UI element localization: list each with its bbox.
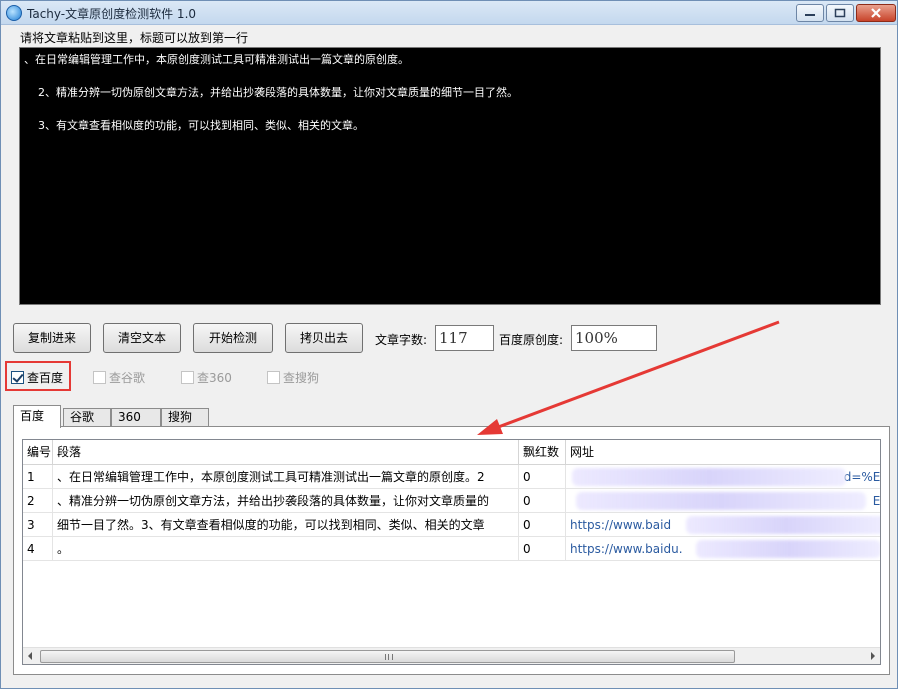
checkbox-icon [267,371,280,384]
row-url[interactable]: d=%E3 [566,465,881,488]
row-num: 1 [23,465,53,488]
originality-field[interactable]: 100% [571,325,657,351]
row-paragraph: 、精准分辨一切伪原创文章方法，并给出抄袭段落的具体数量，让你对文章质量的 [53,489,519,512]
results-panel: 编号 段落 飘红数 网址 1 、在日常编辑管理工作中，本原创度测试工具可精准测试… [13,426,890,675]
check-baidu[interactable]: 查百度 [11,369,63,386]
row-num: 2 [23,489,53,512]
check-360[interactable]: 查360 [181,369,232,386]
check-sogou-label: 查搜狗 [283,371,320,385]
word-count-field[interactable]: 117 [435,325,494,351]
row-url[interactable]: https://www.baid [566,513,880,536]
tab-360[interactable]: 360 [111,408,161,427]
check-baidu-label: 查百度 [27,371,64,385]
row-url[interactable]: https://www.baidu. [566,537,880,560]
start-detect-button[interactable]: 开始检测 [193,323,273,353]
row-red-count: 0 [519,513,566,536]
row-red-count: 0 [519,537,566,560]
scrollbar-thumb[interactable] [40,650,735,663]
row-url-text: https://www.baidu. [570,542,683,556]
check-google-label: 查谷歌 [109,371,146,385]
table-row[interactable]: 3 细节一目了然。3、有文章查看相似度的功能，可以找到相同、类似、相关的文章 0… [23,513,880,537]
window-title: Tachy-文章原创度检测软件 1.0 [27,7,197,21]
copy-out-button[interactable]: 拷贝出去 [285,323,363,353]
row-url-text: d=%E3 [843,470,881,484]
redaction-blur [686,516,880,534]
check-sogou[interactable]: 查搜狗 [267,369,319,386]
row-url-text: E3 [872,494,881,508]
article-textarea[interactable]: 、在日常编辑管理工作中，本原创度测试工具可精准测试出一篇文章的原创度。 2、精准… [19,47,881,305]
table-row[interactable]: 4 。 0 https://www.baidu. [23,537,880,561]
originality-label: 百度原创度: [499,333,564,347]
checkbox-icon [93,371,106,384]
grip-icon [385,654,393,660]
paste-hint: 请将文章粘贴到这里，标题可以放到第一行 [20,31,249,45]
scroll-right-icon[interactable] [871,652,875,660]
table-row[interactable]: 2 、精准分辨一切伪原创文章方法，并给出抄袭段落的具体数量，让你对文章质量的 0… [23,489,881,513]
redaction-blur [572,468,846,486]
article-line: 、在日常编辑管理工作中，本原创度测试工具可精准测试出一篇文章的原创度。 [24,53,409,66]
scroll-left-icon[interactable] [28,652,32,660]
maximize-icon [834,8,846,18]
check-360-label: 查360 [197,371,232,385]
check-google[interactable]: 查谷歌 [93,369,145,386]
checkbox-icon [181,371,194,384]
title-bar[interactable]: Tachy-文章原创度检测软件 1.0 [1,1,897,25]
checkbox-checked-icon [11,371,24,384]
redaction-blur [696,540,880,558]
app-window: Tachy-文章原创度检测软件 1.0 请将文章粘贴到这里，标题可以放到第一行 … [0,0,898,689]
redaction-blur [576,492,866,510]
tab-baidu[interactable]: 百度 [13,405,61,428]
header-red-count[interactable]: 飘红数 [519,440,566,464]
minimize-button[interactable] [796,4,824,22]
header-url[interactable]: 网址 [566,440,880,464]
results-table[interactable]: 编号 段落 飘红数 网址 1 、在日常编辑管理工作中，本原创度测试工具可精准测试… [22,439,881,665]
row-paragraph: 、在日常编辑管理工作中，本原创度测试工具可精准测试出一篇文章的原创度。2 [53,465,519,488]
row-red-count: 0 [519,489,566,512]
header-num[interactable]: 编号 [23,440,53,464]
row-num: 4 [23,537,53,560]
word-count-label: 文章字数: [375,333,428,347]
maximize-button[interactable] [826,4,854,22]
table-header: 编号 段落 飘红数 网址 [23,440,880,465]
header-paragraph[interactable]: 段落 [53,440,519,464]
close-icon [871,8,881,18]
table-row[interactable]: 1 、在日常编辑管理工作中，本原创度测试工具可精准测试出一篇文章的原创度。2 0… [23,465,881,489]
article-line: 2、精准分辨一切伪原创文章方法，并给出抄袭段落的具体数量，让你对文章质量的细节一… [24,86,518,99]
row-paragraph: 。 [53,537,519,560]
row-paragraph: 细节一目了然。3、有文章查看相似度的功能，可以找到相同、类似、相关的文章 [53,513,519,536]
close-button[interactable] [856,4,896,22]
row-num: 3 [23,513,53,536]
copy-in-button[interactable]: 复制进来 [13,323,91,353]
row-url-text: https://www.baid [570,518,672,532]
app-icon [6,5,22,21]
tab-google[interactable]: 谷歌 [63,408,111,427]
row-red-count: 0 [519,465,566,488]
tab-sogou[interactable]: 搜狗 [161,408,209,427]
minimize-icon [805,14,815,16]
clear-text-button[interactable]: 清空文本 [103,323,181,353]
horizontal-scrollbar[interactable] [23,647,880,664]
row-url[interactable]: E3 [566,489,881,512]
article-line: 3、有文章查看相似度的功能，可以找到相同、类似、相关的文章。 [24,119,364,132]
